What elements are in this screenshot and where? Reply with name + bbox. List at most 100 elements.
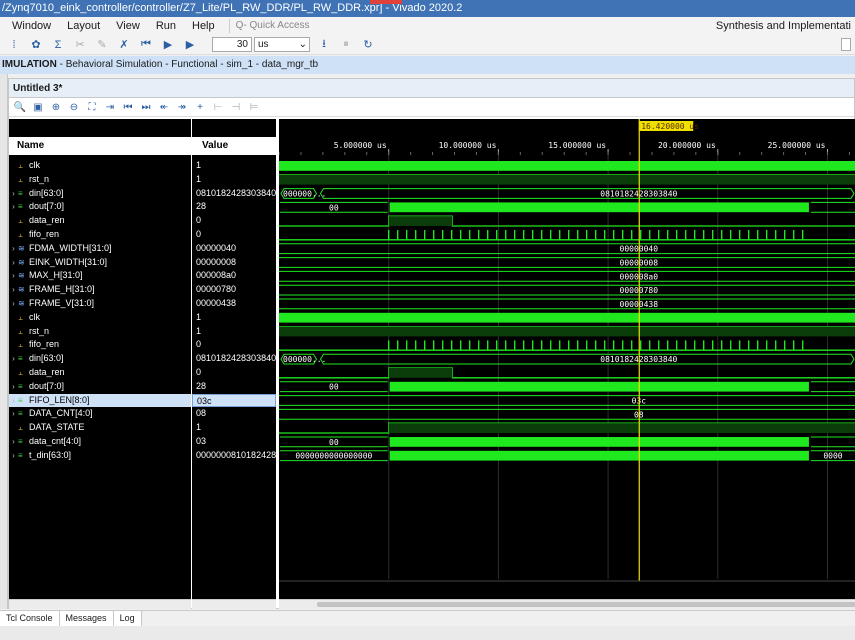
zoom-out-icon[interactable]: ⊖ <box>67 99 81 115</box>
pencil-icon[interactable]: ✎ <box>94 37 110 53</box>
signal-value: 1 <box>196 422 202 433</box>
status-bar <box>0 626 855 640</box>
chevron-right-icon[interactable]: › <box>9 394 18 408</box>
zoom-in-icon[interactable]: ⊕ <box>49 99 63 115</box>
pause-icon[interactable]: ⏸ <box>338 37 354 53</box>
signal-row[interactable]: ⫠ fifo_ren <box>9 228 191 242</box>
chevron-right-icon[interactable]: › <box>9 449 18 463</box>
tab-log[interactable]: Log <box>113 611 142 626</box>
signal-row[interactable]: ⫠ DATA_STATE <box>9 421 191 435</box>
signal-row[interactable]: › ≡ din[63:0] <box>9 352 191 366</box>
tab-tcl-console[interactable]: Tcl Console <box>0 611 60 626</box>
layout-selector[interactable]: Synthesis and Implementati <box>716 17 851 35</box>
bus-segment-label: 00 <box>329 383 339 392</box>
signal-row[interactable]: › ≋ FDMA_WIDTH[31:0] <box>9 242 191 256</box>
go-first-icon[interactable]: ⏮ <box>121 99 135 115</box>
menu-help[interactable]: Help <box>184 20 223 32</box>
go-last-icon[interactable]: ⏭ <box>139 99 153 115</box>
left-dock-strip <box>0 74 8 609</box>
parameter-icon: ≋ <box>18 271 25 281</box>
signal-row[interactable]: › ≡ dout[7:0] <box>9 380 191 394</box>
wave-scrollbar[interactable] <box>279 599 855 609</box>
relaunch-icon[interactable]: ↻ <box>360 37 376 53</box>
wave-scroll-thumb[interactable] <box>317 602 855 607</box>
value-column-header[interactable]: Value <box>192 137 276 155</box>
signal-name: data_cnt[4:0] <box>29 436 82 446</box>
add-marker-icon[interactable]: + <box>193 99 207 115</box>
settings-icon[interactable]: ✿ <box>28 37 44 53</box>
chevron-right-icon[interactable]: › <box>9 380 18 394</box>
cut-icon[interactable]: ✂ <box>72 37 88 53</box>
waveform-tab-title[interactable]: Untitled 3* <box>9 79 854 98</box>
ruler-tick-label: 5.000000 us <box>334 141 387 150</box>
chevron-right-icon[interactable]: › <box>9 269 18 283</box>
bus-const-wave <box>279 408 855 420</box>
signal-row[interactable]: › ≡ FIFO_LEN[8:0] <box>9 393 191 408</box>
menu-window[interactable]: Window <box>0 20 59 32</box>
chevron-right-icon[interactable]: › <box>9 352 18 366</box>
tab-messages[interactable]: Messages <box>59 611 114 626</box>
signal-row[interactable]: ⫠ fifo_ren <box>9 338 191 352</box>
signal-row[interactable]: › ≋ MAX_H[31:0] <box>9 269 191 283</box>
search-icon[interactable]: 🔍 <box>13 99 27 115</box>
chevron-right-icon[interactable]: › <box>9 187 18 201</box>
bit-signal-icon: ⫠ <box>18 423 23 433</box>
swap-cursors-icon[interactable]: ⊨ <box>247 99 261 115</box>
signal-row[interactable]: ⫠ clk <box>9 311 191 325</box>
chevron-right-icon[interactable]: › <box>9 200 18 214</box>
value-scrollbar[interactable] <box>192 599 276 609</box>
signal-row[interactable]: ⫠ rst_n <box>9 173 191 187</box>
waveform-canvas[interactable]: 5.000000 us 10.000000 us 15.000000 us 20.00… <box>278 119 855 599</box>
chevron-right-icon[interactable]: › <box>9 242 18 256</box>
signal-row[interactable]: › ≡ DATA_CNT[4:0] <box>9 407 191 421</box>
restart-icon[interactable]: ⏮ <box>138 37 154 53</box>
run-unit-select[interactable]: us ⌄ <box>254 37 310 52</box>
zoom-fit-icon[interactable]: ⛶ <box>85 99 99 115</box>
bus-dense-segment <box>389 202 809 213</box>
name-column-header[interactable]: Name <box>9 137 191 155</box>
next-marker-icon[interactable]: ⊣ <box>229 99 243 115</box>
next-transition-icon[interactable]: ↠ <box>175 99 189 115</box>
signal-name: FRAME_V[31:0] <box>29 298 95 308</box>
signal-row[interactable]: › ≋ FRAME_V[31:0] <box>9 297 191 311</box>
chevron-right-icon[interactable]: › <box>9 407 18 421</box>
run-for-icon[interactable]: ▶ <box>182 37 198 53</box>
sum-icon[interactable]: Σ <box>50 37 66 53</box>
signal-value: 00000438 <box>196 298 237 308</box>
bit-signal-icon: ⫠ <box>18 174 23 184</box>
signal-row[interactable]: › ≡ data_cnt[4:0] <box>9 435 191 449</box>
signal-row[interactable]: › ≋ FRAME_H[31:0] <box>9 283 191 297</box>
run-unit-label: us <box>258 39 269 50</box>
signal-name: t_din[63:0] <box>29 449 72 460</box>
chevron-right-icon[interactable]: › <box>9 297 18 311</box>
debug-icon[interactable]: ✗ <box>116 37 132 53</box>
signal-row[interactable]: › ≡ din[63:0] <box>9 187 191 201</box>
signal-row[interactable]: › ≋ EINK_WIDTH[31:0] <box>9 256 191 270</box>
signal-row[interactable]: ⫠ rst_n <box>9 325 191 339</box>
chevron-right-icon[interactable]: › <box>9 256 18 270</box>
signal-row[interactable]: ⫠ data_ren <box>9 214 191 228</box>
run-time-input[interactable]: 30 <box>212 37 252 52</box>
prev-transition-icon[interactable]: ↞ <box>157 99 171 115</box>
chevron-right-icon[interactable]: › <box>9 435 18 449</box>
quick-access-input[interactable]: Q- Quick Access <box>228 19 339 33</box>
save-icon[interactable]: ▣ <box>31 99 45 115</box>
menu-run[interactable]: Run <box>148 20 184 32</box>
toolbar-menu-icon[interactable]: ⁞ <box>6 37 22 53</box>
name-scrollbar[interactable] <box>9 599 191 609</box>
bus-segment-label: 000000... <box>283 355 326 364</box>
signal-row[interactable]: › ≡ t_din[63:0] <box>9 449 191 463</box>
signal-row[interactable]: › ≡ dout[7:0] <box>9 200 191 214</box>
prev-marker-icon[interactable]: ⊢ <box>211 99 225 115</box>
menu-layout[interactable]: Layout <box>59 20 108 32</box>
chevron-right-icon[interactable]: › <box>9 283 18 297</box>
run-all-icon[interactable]: ▶ <box>160 37 176 53</box>
step-icon[interactable]: ⭳ <box>316 37 332 53</box>
toolbar-overflow-button[interactable] <box>841 38 851 51</box>
bus-const-wave <box>279 243 855 255</box>
goto-cursor-icon[interactable]: ⇥ <box>103 99 117 115</box>
signal-row[interactable]: ⫠ clk <box>9 159 191 173</box>
signal-value: 1 <box>196 173 202 184</box>
signal-row[interactable]: ⫠ data_ren <box>9 366 191 380</box>
menu-view[interactable]: View <box>108 20 148 32</box>
